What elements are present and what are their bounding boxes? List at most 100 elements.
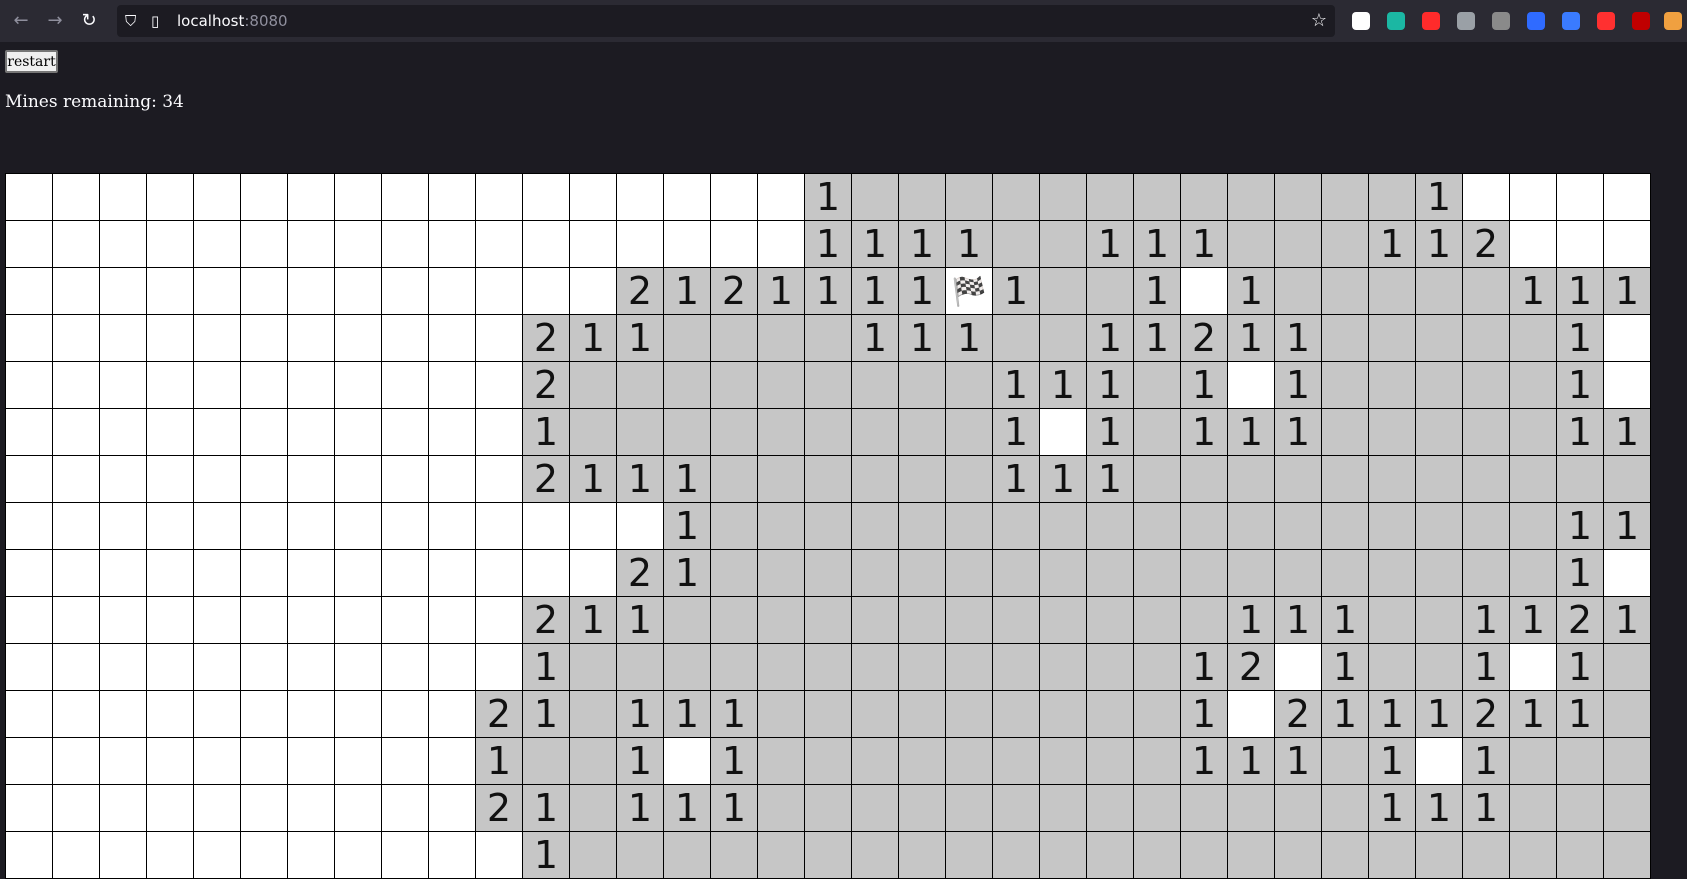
hidden-cell[interactable] — [53, 503, 100, 550]
hidden-cell[interactable] — [6, 174, 53, 221]
revealed-cell[interactable] — [899, 832, 946, 879]
revealed-cell[interactable] — [1369, 268, 1416, 315]
hidden-cell[interactable] — [147, 221, 194, 268]
revealed-cell[interactable] — [852, 174, 899, 221]
revealed-cell[interactable] — [899, 738, 946, 785]
revealed-cell[interactable] — [805, 503, 852, 550]
revealed-cell[interactable] — [1134, 409, 1181, 456]
revealed-cell[interactable] — [664, 315, 711, 362]
hidden-cell[interactable] — [335, 644, 382, 691]
hidden-cell[interactable] — [6, 268, 53, 315]
hidden-cell[interactable] — [147, 456, 194, 503]
revealed-cell[interactable] — [899, 409, 946, 456]
hidden-cell[interactable] — [476, 550, 523, 597]
revealed-cell[interactable] — [1463, 550, 1510, 597]
revealed-cell[interactable] — [711, 644, 758, 691]
hidden-cell[interactable] — [241, 597, 288, 644]
revealed-cell[interactable] — [993, 503, 1040, 550]
revealed-cell[interactable] — [993, 738, 1040, 785]
revealed-cell[interactable] — [852, 550, 899, 597]
revealed-cell[interactable] — [1369, 315, 1416, 362]
ext-k-icon[interactable] — [1492, 12, 1510, 30]
hidden-cell[interactable] — [53, 362, 100, 409]
number-cell[interactable]: 1 — [1228, 597, 1275, 644]
hidden-cell[interactable] — [523, 503, 570, 550]
hidden-cell[interactable] — [1604, 362, 1651, 409]
number-cell[interactable]: 2 — [1463, 221, 1510, 268]
number-cell[interactable]: 1 — [617, 456, 664, 503]
revealed-cell[interactable] — [993, 315, 1040, 362]
revealed-cell[interactable] — [946, 644, 993, 691]
hidden-cell[interactable] — [288, 644, 335, 691]
hidden-cell[interactable] — [382, 597, 429, 644]
hidden-cell[interactable] — [335, 315, 382, 362]
hidden-cell[interactable] — [288, 268, 335, 315]
revealed-cell[interactable] — [946, 785, 993, 832]
hidden-cell[interactable] — [476, 644, 523, 691]
revealed-cell[interactable] — [852, 691, 899, 738]
revealed-cell[interactable] — [1369, 503, 1416, 550]
hidden-cell[interactable] — [241, 503, 288, 550]
number-cell[interactable]: 1 — [805, 268, 852, 315]
revealed-cell[interactable] — [993, 785, 1040, 832]
ext-lock-icon[interactable] — [1527, 12, 1545, 30]
revealed-cell[interactable] — [758, 738, 805, 785]
hidden-cell[interactable] — [241, 221, 288, 268]
hidden-cell[interactable] — [429, 362, 476, 409]
number-cell[interactable]: 1 — [805, 221, 852, 268]
hidden-cell[interactable] — [194, 738, 241, 785]
hidden-cell[interactable] — [664, 738, 711, 785]
hidden-cell[interactable] — [335, 832, 382, 879]
revealed-cell[interactable] — [711, 456, 758, 503]
hidden-cell[interactable] — [335, 691, 382, 738]
number-cell[interactable]: 1 — [1463, 644, 1510, 691]
hidden-cell[interactable] — [617, 174, 664, 221]
revealed-cell[interactable] — [1463, 456, 1510, 503]
number-cell[interactable]: 1 — [1228, 409, 1275, 456]
hidden-cell[interactable] — [758, 174, 805, 221]
hidden-cell[interactable] — [194, 268, 241, 315]
revealed-cell[interactable] — [1134, 738, 1181, 785]
revealed-cell[interactable] — [805, 597, 852, 644]
hidden-cell[interactable] — [194, 174, 241, 221]
hidden-cell[interactable] — [288, 832, 335, 879]
revealed-cell[interactable] — [852, 738, 899, 785]
revealed-cell[interactable] — [1416, 597, 1463, 644]
number-cell[interactable]: 1 — [570, 597, 617, 644]
revealed-cell[interactable] — [1416, 315, 1463, 362]
ext-spy-icon[interactable] — [1457, 12, 1475, 30]
hidden-cell[interactable] — [429, 597, 476, 644]
hidden-cell[interactable] — [429, 409, 476, 456]
hidden-cell[interactable] — [194, 362, 241, 409]
revealed-cell[interactable] — [1134, 456, 1181, 503]
revealed-cell[interactable] — [1228, 503, 1275, 550]
hidden-cell[interactable] — [1604, 174, 1651, 221]
revealed-cell[interactable] — [1369, 362, 1416, 409]
hidden-cell[interactable] — [335, 738, 382, 785]
revealed-cell[interactable] — [1134, 597, 1181, 644]
hidden-cell[interactable] — [6, 362, 53, 409]
hidden-cell[interactable] — [570, 550, 617, 597]
hidden-cell[interactable] — [241, 315, 288, 362]
revealed-cell[interactable] — [899, 456, 946, 503]
hidden-cell[interactable] — [147, 550, 194, 597]
hidden-cell[interactable] — [53, 785, 100, 832]
revealed-cell[interactable] — [711, 832, 758, 879]
revealed-cell[interactable] — [1134, 832, 1181, 879]
revealed-cell[interactable] — [1510, 785, 1557, 832]
hidden-cell[interactable] — [53, 315, 100, 362]
revealed-cell[interactable] — [1134, 174, 1181, 221]
number-cell[interactable]: 1 — [1040, 362, 1087, 409]
hidden-cell[interactable] — [288, 738, 335, 785]
revealed-cell[interactable] — [711, 597, 758, 644]
hidden-cell[interactable] — [147, 409, 194, 456]
revealed-cell[interactable] — [852, 597, 899, 644]
revealed-cell[interactable] — [1322, 409, 1369, 456]
hidden-cell[interactable] — [241, 832, 288, 879]
revealed-cell[interactable] — [1181, 503, 1228, 550]
revealed-cell[interactable] — [1228, 832, 1275, 879]
number-cell[interactable]: 1 — [1228, 738, 1275, 785]
hidden-cell[interactable] — [147, 644, 194, 691]
revealed-cell[interactable] — [1322, 362, 1369, 409]
hidden-cell[interactable] — [100, 597, 147, 644]
